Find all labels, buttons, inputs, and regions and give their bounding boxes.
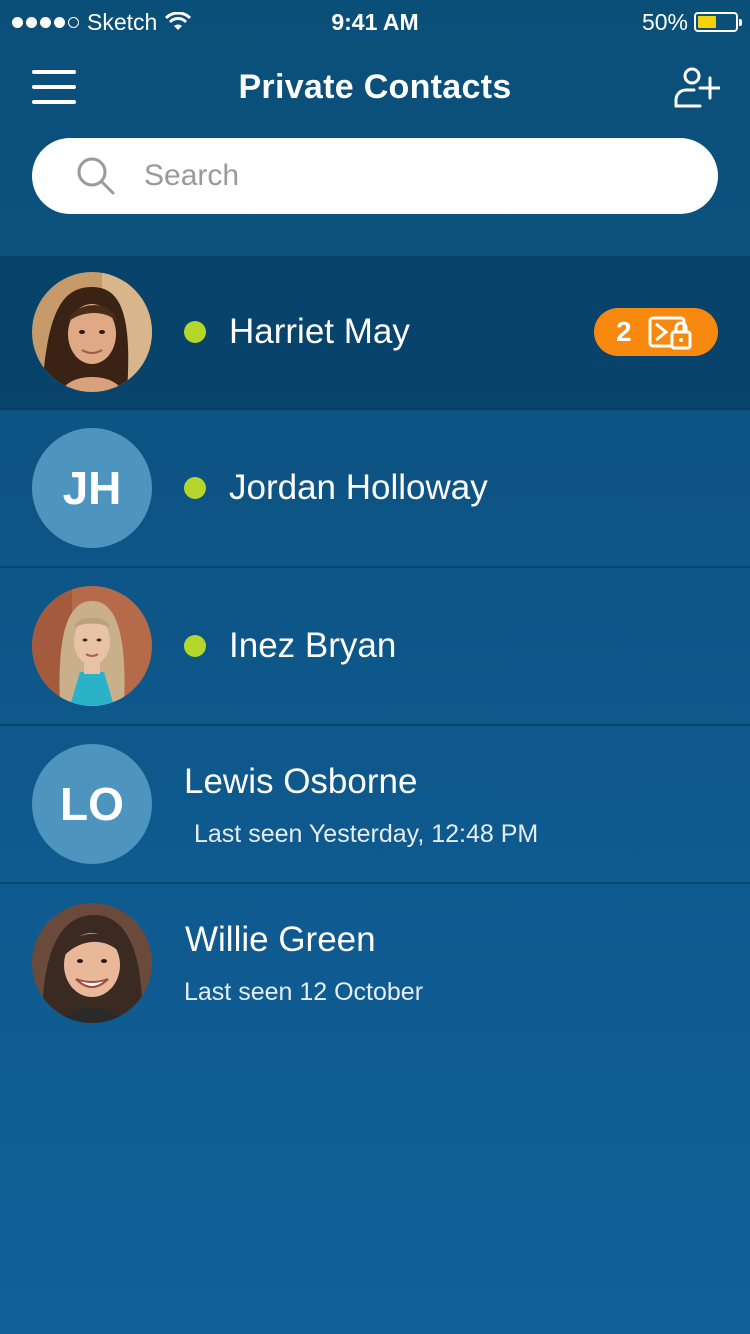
contact-row-inez-bryan[interactable]: Inez Bryan: [0, 568, 750, 726]
online-status-indicator: [184, 321, 206, 343]
battery-icon: [694, 12, 742, 32]
avatar: [32, 586, 152, 706]
contact-name: Inez Bryan: [229, 626, 397, 665]
online-status-indicator: [184, 635, 206, 657]
search-input[interactable]: [144, 159, 624, 193]
contact-row-willie-green[interactable]: Willie Green Last seen 12 October: [0, 884, 750, 1042]
contact-name: Jordan Holloway: [229, 468, 488, 507]
status-right: 50%: [641, 8, 742, 36]
avatar: [32, 903, 152, 1023]
contact-name: Willie Green: [185, 920, 376, 959]
status-bar: Sketch 9:41 AM 50%: [0, 0, 750, 44]
contact-row-harriet-may[interactable]: Harriet May 2: [0, 256, 750, 410]
search-icon: [77, 157, 115, 195]
last-seen-text: Last seen Yesterday, 12:48 PM: [194, 820, 539, 848]
unread-count: 2: [616, 316, 632, 347]
last-seen-text: Last seen 12 October: [184, 978, 424, 1006]
contact-row-jordan-holloway[interactable]: JH Jordan Holloway: [0, 410, 750, 568]
online-status-indicator: [184, 477, 206, 499]
status-left: Sketch: [12, 8, 192, 36]
header: Private Contacts: [0, 52, 750, 122]
avatar: JH: [32, 428, 152, 548]
hamburger-menu-icon: [32, 70, 76, 74]
page-title: Private Contacts: [238, 67, 512, 106]
contact-name: Harriet May: [229, 312, 410, 351]
carrier-label: Sketch: [87, 8, 158, 35]
encrypted-message-icon: [648, 316, 692, 350]
avatar: [32, 272, 152, 392]
search-bar[interactable]: [32, 138, 718, 214]
wifi-icon: [165, 12, 192, 30]
status-time: 9:41 AM: [331, 8, 419, 35]
battery-fill: [698, 16, 716, 28]
contact-row-lewis-osborne[interactable]: LO Lewis Osborne Last seen Yesterday, 12…: [0, 726, 750, 884]
signal-dots-icon: [12, 16, 79, 28]
battery-percent: 50%: [641, 8, 688, 35]
contact-list: Harriet May 2 JH Jordan Holloway Inez Br…: [0, 256, 750, 1042]
menu-button[interactable]: [32, 70, 76, 104]
avatar: LO: [32, 744, 152, 864]
add-contact-icon[interactable]: [672, 64, 720, 112]
contact-name: Lewis Osborne: [184, 762, 418, 801]
unread-badge[interactable]: 2: [594, 308, 718, 356]
